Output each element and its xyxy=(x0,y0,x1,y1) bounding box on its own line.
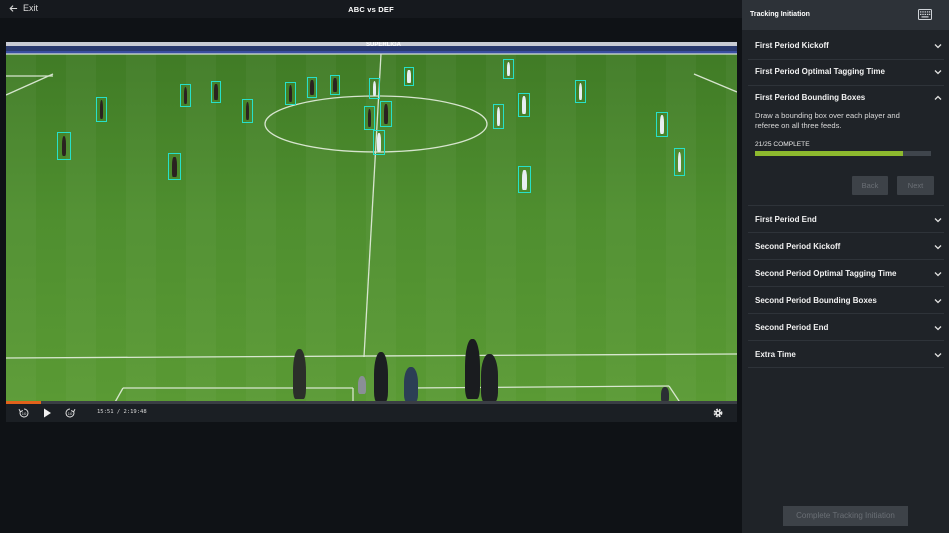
video-player[interactable]: SUPERLIGA xyxy=(6,42,737,404)
keyboard-icon[interactable] xyxy=(918,9,932,20)
section-first-period-end[interactable]: First Period End xyxy=(748,206,944,233)
chevron-down-icon xyxy=(934,245,942,250)
player-bounding-box[interactable] xyxy=(503,59,514,79)
chevron-down-icon xyxy=(934,299,942,304)
gear-icon[interactable] xyxy=(712,407,724,419)
back-button[interactable]: Back xyxy=(852,176,888,195)
play-icon[interactable] xyxy=(41,407,53,419)
section-label: Second Period Optimal Tagging Time xyxy=(755,269,897,278)
chevron-up-icon xyxy=(934,95,942,100)
svg-text:10: 10 xyxy=(22,411,27,416)
player-bounding-box[interactable] xyxy=(330,75,340,95)
section-label: First Period Kickoff xyxy=(755,41,829,50)
chevron-down-icon xyxy=(934,70,942,75)
sideline-person xyxy=(481,354,498,402)
sideline-person xyxy=(404,367,418,402)
player-bounding-box[interactable] xyxy=(307,77,317,98)
next-button[interactable]: Next xyxy=(897,176,934,195)
video-controls: 10 10 15:51 / 2:19:48 xyxy=(6,404,737,422)
time-display: 15:51 / 2:19:48 xyxy=(97,409,147,415)
completion-count: 21/25 COMPLETE xyxy=(755,141,810,148)
section-extra-time[interactable]: Extra Time xyxy=(748,341,944,368)
player-bounding-box[interactable] xyxy=(57,132,71,160)
section-label: First Period End xyxy=(755,215,817,224)
section-label: Second Period End xyxy=(755,323,829,332)
panel-header: Tracking Initiation xyxy=(742,0,949,30)
player-bounding-box[interactable] xyxy=(364,106,375,130)
section-label: First Period Optimal Tagging Time xyxy=(755,67,885,76)
section-second-period-optimal-tagging-time[interactable]: Second Period Optimal Tagging Time xyxy=(748,260,944,287)
player-bounding-box[interactable] xyxy=(242,99,253,123)
player-bounding-box[interactable] xyxy=(369,78,380,99)
section-second-period-end[interactable]: Second Period End xyxy=(748,314,944,341)
section-label: Second Period Kickoff xyxy=(755,242,841,251)
player-bounding-box[interactable] xyxy=(656,112,668,137)
player-bounding-box[interactable] xyxy=(373,130,385,155)
chevron-down-icon xyxy=(934,44,942,49)
match-title: ABC vs DEF xyxy=(348,5,394,14)
player-bounding-box[interactable] xyxy=(575,80,586,103)
section-first-period-kickoff[interactable]: First Period Kickoff xyxy=(748,32,944,60)
section-label: First Period Bounding Boxes xyxy=(755,93,866,102)
completion-progress-fill xyxy=(755,151,903,156)
chevron-down-icon xyxy=(934,353,942,358)
section-second-period-kickoff[interactable]: Second Period Kickoff xyxy=(748,233,944,260)
player-bounding-box[interactable] xyxy=(285,82,296,105)
chevron-down-icon xyxy=(934,218,942,223)
player-bounding-box[interactable] xyxy=(493,104,504,129)
top-bar: Exit ABC vs DEF xyxy=(0,0,742,18)
player-bounding-box[interactable] xyxy=(211,81,221,103)
player-bounding-box[interactable] xyxy=(404,67,414,86)
player-bounding-box[interactable] xyxy=(674,148,685,176)
sideline-person xyxy=(661,387,669,402)
section-description: Draw a bounding box over each player and… xyxy=(755,111,900,130)
rewind-10-icon[interactable]: 10 xyxy=(18,407,30,419)
section-label: Second Period Bounding Boxes xyxy=(755,296,877,305)
panel-title: Tracking Initiation xyxy=(750,11,810,18)
player-bounding-box[interactable] xyxy=(96,97,107,122)
player-bounding-box[interactable] xyxy=(380,101,392,127)
player-bounding-box[interactable] xyxy=(518,93,530,117)
chevron-down-icon xyxy=(934,326,942,331)
section-first-period-optimal-tagging-time[interactable]: First Period Optimal Tagging Time xyxy=(748,59,944,86)
ad-board-text: SUPERLIGA xyxy=(366,42,402,48)
section-label: Extra Time xyxy=(755,350,796,359)
sideline-person xyxy=(465,339,480,399)
sideline-person xyxy=(293,349,306,399)
player-bounding-box[interactable] xyxy=(180,84,191,107)
forward-10-icon[interactable]: 10 xyxy=(64,407,76,419)
chevron-down-icon xyxy=(934,272,942,277)
complete-tracking-initiation-button[interactable]: Complete Tracking Initiation xyxy=(783,506,908,526)
player-bounding-box[interactable] xyxy=(518,166,531,193)
sideline-person xyxy=(358,376,366,394)
completion-progress-bar xyxy=(755,151,931,156)
sideline-person xyxy=(374,352,388,402)
player-bounding-box[interactable] xyxy=(168,153,181,180)
section-second-period-bounding-boxes[interactable]: Second Period Bounding Boxes xyxy=(748,287,944,314)
svg-text:10: 10 xyxy=(68,411,73,416)
